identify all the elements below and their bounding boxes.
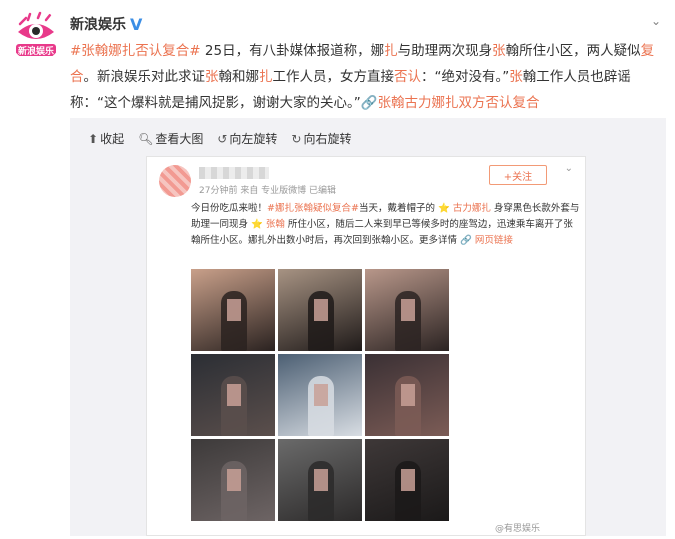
chevron-down-icon[interactable]: ⌄ [651,14,661,28]
inner-text-segment: 🔗 网页链接 [460,235,513,246]
face-blur [314,469,328,491]
post-text-segment: 否认 [394,69,421,85]
sina-ent-eye-logo-icon: 新浪娱乐 [10,10,62,62]
post-text-segment: ：“绝对没有。” [421,69,510,85]
embedded-screenshot-image[interactable]: 27分钟前 来自 专业版微博 已编辑 +关注 ⌄ 今日份吃瓜来啦！#娜扎张翰疑似… [146,156,586,536]
post-text-segment: 张 [509,69,523,85]
link-icon: 🔗 [360,95,378,111]
post-text-segment: 25日，有八卦媒体报道称，娜 [200,43,385,59]
weibo-post: 新浪娱乐 新浪娱乐 V ⌄ #张翰娜扎否认复合# 25日，有八卦媒体报道称，娜扎… [0,0,675,539]
face-blur [227,299,241,321]
photo-thumbnail [365,439,449,521]
photo-thumbnail [365,354,449,436]
photo-thumbnail [278,354,362,436]
post-text-segment: 工作人员，女方直接 [272,69,395,85]
media-toolbar: ⬆ 收起 🔍︎ 查看大图 ↺ 向左旋转 ↻ 向右旋转 [88,130,351,147]
hashtag-link[interactable]: #张翰娜扎否认复合# [70,43,201,59]
post-text-segment: 与助理两次现身 [397,43,493,59]
inner-post-text: 今日份吃瓜来啦！#娜扎张翰疑似复合#当天，戴着帽子的 ⭐ 古力娜扎 身穿黑色长款… [191,201,581,249]
face-blur [401,384,415,406]
svg-text:新浪娱乐: 新浪娱乐 [18,45,54,57]
collapse-button[interactable]: ⬆ 收起 [88,130,124,147]
account-name[interactable]: 新浪娱乐 [70,14,126,34]
post-text-segment: 张 [205,69,219,85]
face-blur [314,384,328,406]
photo-thumbnail [365,269,449,351]
post-text-segment: 。新浪娱乐对此求证 [83,69,206,85]
inner-name-blurred [199,167,269,179]
photo-thumbnail [191,269,275,351]
view-large-button[interactable]: 🔍︎ 查看大图 [138,130,203,147]
face-blur [227,469,241,491]
face-blur [227,384,241,406]
magnifier-icon: 🔍︎ [138,131,154,146]
face-blur [401,469,415,491]
face-blur [314,299,328,321]
inner-avatar [159,165,191,197]
post-link[interactable]: 张翰古力娜扎双方否认复合 [378,95,540,111]
collapse-up-icon: ⬆ [88,131,99,146]
rotate-right-button[interactable]: ↻ 向右旋转 [291,130,351,147]
account-name-row[interactable]: 新浪娱乐 V [70,14,142,34]
post-text-segment: 张 [492,43,506,59]
watermark: @有思娱乐 [495,524,541,534]
photo-thumbnail [191,354,275,436]
verified-icon: V [130,14,143,34]
post-text-segment: 扎 [259,69,273,85]
inner-text-segment: 当天，戴着帽子的 [358,203,438,214]
photo-grid [191,269,449,521]
post-text: #张翰娜扎否认复合# 25日，有八卦媒体报道称，娜扎与助理两次现身张翰所住小区，… [70,38,660,116]
inner-text-segment: ⭐ 张翰 [251,219,285,230]
rotate-right-icon: ↻ [291,131,302,146]
inner-text-segment: #娜扎张翰疑似复合# [267,203,359,214]
post-text-segment: 翰所住小区，两人疑似 [505,43,641,59]
rotate-left-button[interactable]: ↺ 向左旋转 [217,130,277,147]
photo-thumbnail [278,439,362,521]
inner-text-segment: ⭐ 古力娜扎 [437,203,491,214]
follow-button: +关注 [489,165,547,185]
inner-text-segment: 今日份吃瓜来啦！ [191,203,268,214]
face-blur [401,299,415,321]
photo-thumbnail [191,439,275,521]
inner-chevron-icon: ⌄ [564,163,573,174]
account-avatar[interactable]: 新浪娱乐 [10,10,62,62]
media-panel: ⬆ 收起 🔍︎ 查看大图 ↺ 向左旋转 ↻ 向右旋转 27分钟前 来自 专业版微… [70,118,666,536]
inner-post-meta: 27分钟前 来自 专业版微博 已编辑 [199,186,337,196]
photo-thumbnail [278,269,362,351]
post-text-segment: 扎 [384,43,398,59]
post-text-segment: 翰和娜 [218,69,260,85]
rotate-left-icon: ↺ [217,131,228,146]
